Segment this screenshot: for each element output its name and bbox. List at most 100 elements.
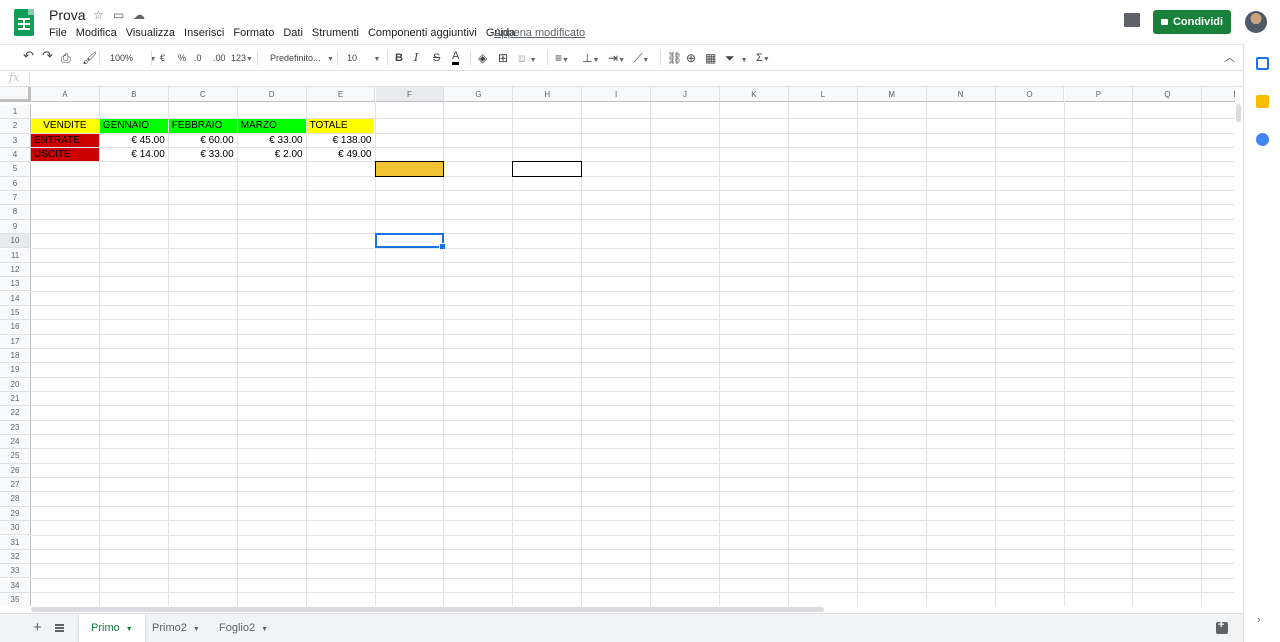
explore-icon[interactable] bbox=[1216, 619, 1228, 634]
horizontal-scroll-thumb[interactable] bbox=[31, 607, 824, 612]
insert-link-icon[interactable]: ⛓ bbox=[667, 50, 682, 66]
borders-icon[interactable]: ⊞ bbox=[498, 50, 508, 66]
cell-a4[interactable]: USCITE bbox=[31, 148, 99, 161]
filter-icon[interactable]: ⏷ ▼ bbox=[725, 50, 748, 69]
menu-formato[interactable]: Formato bbox=[233, 27, 274, 39]
vertical-scrollbar[interactable] bbox=[1235, 102, 1243, 606]
cell-b2[interactable]: GENNAIO bbox=[100, 119, 168, 132]
share-button[interactable]: Condividi bbox=[1153, 10, 1231, 34]
sheet-tab-primo[interactable]: Primo ▼ bbox=[79, 614, 145, 642]
percent-format-button[interactable]: % bbox=[178, 50, 186, 66]
strikethrough-button[interactable]: S bbox=[433, 50, 440, 66]
cell-c3[interactable]: € 60.00 bbox=[169, 134, 237, 147]
column-header-n[interactable]: N bbox=[926, 87, 996, 102]
add-sheet-icon[interactable]: + bbox=[33, 619, 42, 636]
cloud-status-icon[interactable]: ☁ bbox=[133, 8, 145, 22]
paint-format-icon[interactable]: 🖌 bbox=[82, 50, 97, 66]
font-size-select[interactable]: 10 ▼ bbox=[347, 50, 380, 68]
row-header-23[interactable]: 23 bbox=[0, 420, 31, 435]
row-header-24[interactable]: 24 bbox=[0, 435, 31, 450]
cell-e3[interactable]: € 138.00 bbox=[307, 134, 375, 147]
functions-button[interactable]: Σ▼ bbox=[756, 50, 770, 68]
column-header-g[interactable]: G bbox=[444, 87, 514, 102]
cell-a3[interactable]: ENTRATE bbox=[31, 134, 99, 147]
increase-decimals-button[interactable]: .00 bbox=[213, 50, 226, 66]
star-icon[interactable]: ☆ bbox=[93, 8, 104, 22]
select-all-corner[interactable] bbox=[0, 87, 31, 102]
avatar[interactable] bbox=[1245, 11, 1267, 33]
row-header-9[interactable]: 9 bbox=[0, 219, 31, 235]
column-header-a[interactable]: A bbox=[31, 87, 100, 102]
currency-format-button[interactable]: € bbox=[160, 50, 165, 66]
row-header-22[interactable]: 22 bbox=[0, 406, 31, 421]
menu-file[interactable]: File bbox=[49, 27, 67, 39]
menu-inserisci[interactable]: Inserisci bbox=[184, 27, 224, 39]
row-header-25[interactable]: 25 bbox=[0, 449, 31, 464]
column-header-i[interactable]: I bbox=[582, 87, 652, 102]
row-header-20[interactable]: 20 bbox=[0, 377, 31, 392]
horizontal-align-icon[interactable]: ≡▼ bbox=[555, 50, 569, 69]
decrease-decimals-button[interactable]: .0 bbox=[194, 50, 202, 66]
row-header-6[interactable]: 6 bbox=[0, 176, 31, 192]
menu-visualizza[interactable]: Visualizza bbox=[126, 27, 175, 39]
cell-b4[interactable]: € 14.00 bbox=[100, 148, 168, 161]
cell-c4[interactable]: € 33.00 bbox=[169, 148, 237, 161]
calendar-icon[interactable] bbox=[1256, 57, 1269, 70]
row-header-5[interactable]: 5 bbox=[0, 162, 31, 177]
bold-button[interactable]: B bbox=[395, 50, 403, 66]
row-header-7[interactable]: 7 bbox=[0, 191, 31, 206]
vertical-scroll-thumb[interactable] bbox=[1236, 104, 1241, 122]
zoom-select[interactable]: 100% ▼ bbox=[110, 50, 156, 68]
undo-icon[interactable]: ↶ bbox=[23, 48, 34, 64]
sheet-tab-primo2[interactable]: Primo2 ▼ bbox=[140, 614, 212, 642]
cell-b3[interactable]: € 45.00 bbox=[100, 134, 168, 147]
cell-d2[interactable]: MARZO bbox=[238, 119, 306, 132]
active-cell-selection[interactable] bbox=[374, 233, 447, 251]
keep-icon[interactable] bbox=[1256, 95, 1269, 108]
column-header-p[interactable]: P bbox=[1064, 87, 1134, 102]
cell-border-h5[interactable] bbox=[512, 161, 583, 177]
menu-strumenti[interactable]: Strumenti bbox=[312, 27, 359, 39]
row-header-2[interactable]: 2 bbox=[0, 119, 31, 134]
row-header-33[interactable]: 33 bbox=[0, 564, 31, 579]
row-header-34[interactable]: 34 bbox=[0, 578, 31, 593]
row-header-27[interactable]: 27 bbox=[0, 478, 31, 493]
column-header-b[interactable]: B bbox=[99, 87, 169, 102]
merge-cells-icon[interactable]: ⧈ ▼ bbox=[518, 50, 537, 69]
sheet-tab-foglio2[interactable]: Foglio2 ▼ bbox=[207, 614, 280, 642]
row-header-21[interactable]: 21 bbox=[0, 392, 31, 407]
tasks-icon[interactable] bbox=[1256, 133, 1269, 146]
comment-history-icon[interactable] bbox=[1124, 13, 1140, 27]
column-header-c[interactable]: C bbox=[168, 87, 238, 102]
vertical-align-icon[interactable]: ⊥▼ bbox=[582, 50, 599, 69]
row-header-15[interactable]: 15 bbox=[0, 305, 31, 321]
italic-button[interactable]: I bbox=[414, 50, 418, 66]
row-header-31[interactable]: 31 bbox=[0, 535, 31, 550]
move-folder-icon[interactable]: ▭ bbox=[113, 8, 124, 22]
column-header-m[interactable]: M bbox=[857, 87, 927, 102]
print-icon[interactable]: ⎙ bbox=[61, 50, 71, 66]
cell-a2[interactable]: VENDITE bbox=[31, 119, 99, 132]
row-header-17[interactable]: 17 bbox=[0, 334, 31, 349]
all-sheets-icon[interactable] bbox=[55, 624, 64, 632]
expand-panel-icon[interactable]: › bbox=[1257, 614, 1261, 626]
column-header-r[interactable]: R bbox=[1202, 87, 1235, 102]
cell-c2[interactable]: FEBBRAIO bbox=[169, 119, 237, 132]
redo-icon[interactable]: ↷ bbox=[42, 48, 53, 64]
row-header-8[interactable]: 8 bbox=[0, 205, 31, 220]
row-header-35[interactable]: 35 bbox=[0, 592, 31, 606]
row-header-29[interactable]: 29 bbox=[0, 506, 31, 522]
formula-bar[interactable]: fx bbox=[0, 71, 1243, 87]
document-title[interactable]: Prova bbox=[49, 7, 86, 23]
row-header-12[interactable]: 12 bbox=[0, 262, 31, 278]
row-header-19[interactable]: 19 bbox=[0, 363, 31, 378]
column-header-q[interactable]: Q bbox=[1133, 87, 1203, 102]
spreadsheet-grid[interactable]: ABCDEFGHIJKLMNOPQR1234567891011121314151… bbox=[0, 87, 1235, 606]
cell-d4[interactable]: € 2.00 bbox=[238, 148, 306, 161]
font-select[interactable]: Predefinito... ▼ bbox=[270, 50, 334, 68]
insert-chart-icon[interactable]: ▦ bbox=[705, 50, 716, 66]
menu-dati[interactable]: Dati bbox=[283, 27, 303, 39]
row-header-11[interactable]: 11 bbox=[0, 248, 31, 263]
cell-e2[interactable]: TOTALE bbox=[307, 119, 375, 132]
collapse-toolbar-icon[interactable]: ︿ bbox=[1224, 50, 1235, 66]
